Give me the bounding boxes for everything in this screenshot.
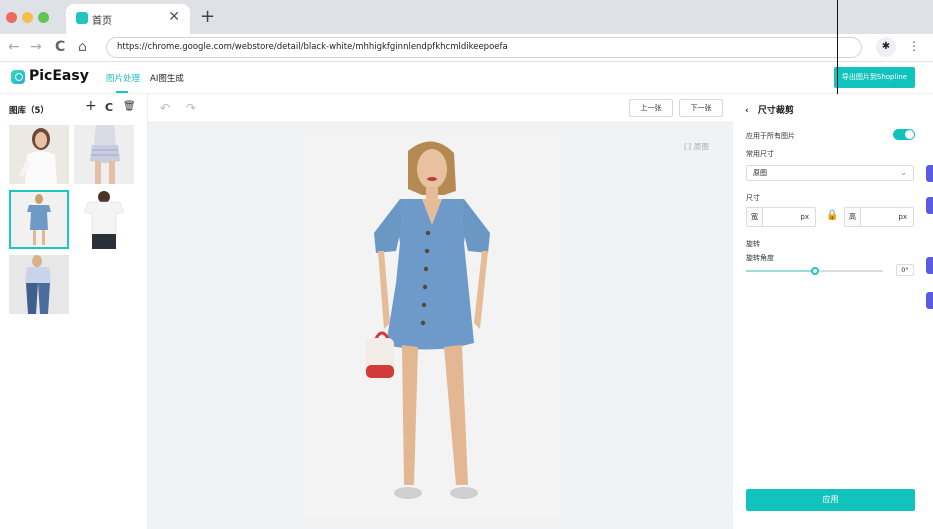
forward-arrow-icon[interactable]: →	[30, 39, 42, 55]
window-minimize-dot[interactable]	[22, 12, 33, 23]
url-input[interactable]: https://chrome.google.com/webstore/detai…	[106, 37, 862, 58]
rotate-degree-input[interactable]: 0°	[896, 264, 914, 276]
apply-button[interactable]: 应用	[746, 489, 915, 511]
common-size-select[interactable]: 原图 ⌄	[746, 165, 914, 181]
side-float-tab[interactable]	[926, 165, 933, 182]
new-tab-icon[interactable]: +	[200, 6, 215, 27]
next-image-button[interactable]: 下一张	[679, 99, 723, 117]
width-field[interactable]: 宽 px	[746, 207, 816, 227]
reload-icon[interactable]: C	[55, 39, 65, 55]
panel-header[interactable]: ‹ 尺寸裁剪	[745, 103, 794, 116]
height-field[interactable]: 高 px	[844, 207, 914, 227]
piceasy-logo-icon	[11, 70, 25, 84]
image-library-panel: 图库（5） + C 🗑	[0, 94, 148, 529]
apply-all-toggle[interactable]	[893, 129, 915, 140]
refresh-icon[interactable]: C	[105, 101, 113, 114]
height-prefix: 高	[845, 208, 861, 226]
back-arrow-icon[interactable]: ←	[8, 39, 20, 55]
window-close-dot[interactable]	[6, 12, 17, 23]
width-prefix: 宽	[747, 208, 763, 226]
browser-toolbar: ← → C ⌂ https://chrome.google.com/websto…	[0, 34, 933, 62]
height-unit: px	[898, 213, 907, 221]
export-to-shopline-button[interactable]: 导出图片到Shopline	[834, 67, 915, 88]
thumbnail-denim-dress[interactable]	[9, 190, 69, 249]
canvas-toolbar: ↶ ↷ 上一张 下一张	[148, 94, 733, 123]
tab-close-icon[interactable]: ✕	[168, 9, 180, 25]
app-header: PicEasy 图片处理 AI图生成 导出图片到Shopline	[0, 62, 933, 94]
piceasy-favicon-icon	[76, 12, 88, 24]
compare-label: 原图	[693, 142, 709, 151]
window-maximize-dot[interactable]	[38, 12, 49, 23]
tab-title: 首页	[92, 16, 112, 27]
main-photo	[304, 133, 560, 518]
thumbnail-white-blouse[interactable]	[9, 125, 69, 184]
nav-tab-ai-generate[interactable]: AI图生成	[150, 72, 184, 84]
rotate-slider[interactable]	[746, 267, 883, 275]
thumbnail-striped-shorts[interactable]	[74, 125, 134, 184]
delete-trash-icon[interactable]: 🗑	[123, 101, 136, 112]
rotate-label: 旋转	[746, 240, 760, 248]
chevron-down-icon: ⌄	[900, 168, 907, 177]
side-float-tab[interactable]	[926, 197, 933, 214]
rotate-angle-label: 旋转角度	[746, 254, 774, 262]
side-float-tab[interactable]	[926, 257, 933, 274]
browser-tab[interactable]: 首页 ✕	[66, 4, 190, 34]
compare-original-toggle[interactable]: ⟦⟧ 原图	[684, 141, 709, 152]
browser-menu-icon[interactable]: ⋮	[908, 39, 920, 53]
panel-title: 尺寸裁剪	[757, 106, 794, 116]
aspect-lock-icon[interactable]: 🔒	[826, 210, 838, 221]
editor-canvas: ↶ ↷ 上一张 下一张 ⟦⟧ 原图	[148, 94, 733, 529]
app-logo-text: PicEasy	[29, 68, 89, 84]
apply-all-label: 应用于所有图片	[746, 132, 795, 140]
common-size-value: 原图	[753, 169, 767, 177]
rotate-slider-fill	[746, 270, 815, 272]
rotate-slider-handle[interactable]	[810, 267, 819, 275]
library-title: 图库（5）	[9, 106, 49, 116]
prev-image-button[interactable]: 上一张	[629, 99, 673, 117]
extensions-puzzle-icon[interactable]: ✱	[876, 37, 896, 57]
redo-icon[interactable]: ↷	[186, 101, 196, 115]
annotation-arrow-line	[837, 0, 838, 96]
undo-icon[interactable]: ↶	[160, 101, 170, 115]
size-label: 尺寸	[746, 194, 760, 202]
thumbnail-white-tshirt[interactable]	[74, 190, 134, 249]
thumbnail-jeans[interactable]	[9, 255, 69, 314]
add-image-icon[interactable]: +	[85, 98, 97, 114]
resize-crop-panel: ‹ 尺寸裁剪 应用于所有图片 常用尺寸 原图 ⌄ 尺寸 宽 px 🔒 高 px …	[733, 94, 933, 529]
common-size-label: 常用尺寸	[746, 150, 774, 158]
nav-active-underline	[116, 91, 128, 93]
nav-tab-image-processing[interactable]: 图片处理	[106, 72, 140, 84]
compare-icon: ⟦⟧	[684, 142, 692, 151]
home-icon[interactable]: ⌂	[78, 39, 87, 55]
side-float-tab[interactable]	[926, 292, 933, 309]
back-chevron-icon[interactable]: ‹	[745, 106, 749, 116]
browser-tab-strip: 首页 ✕ +	[0, 0, 933, 34]
width-unit: px	[800, 213, 809, 221]
